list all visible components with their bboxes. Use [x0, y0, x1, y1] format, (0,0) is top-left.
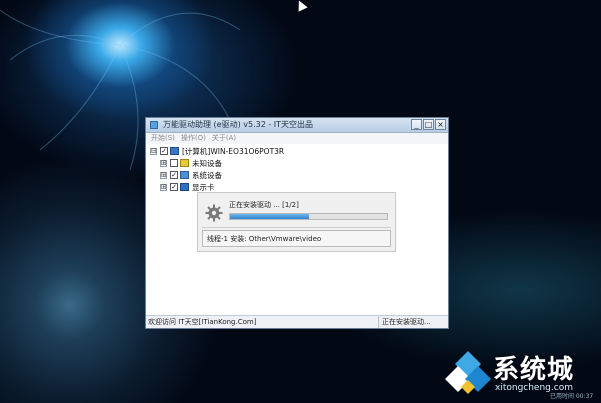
window-title: 万能驱动助理 (e驱动) v5.32 - IT天空出品 — [163, 120, 314, 129]
status-installing: 正在安装驱动... — [382, 318, 431, 326]
title-bar[interactable]: 万能驱动助理 (e驱动) v5.32 - IT天空出品 _ □ × — [146, 118, 448, 133]
install-progress-panel: 正在安装驱动 ... [1/2] 线程-1 安装: Other\Vmware\v… — [197, 192, 396, 252]
status-bar: 欢迎访问 IT天空[ITianKong.Com] 正在安装驱动... — [146, 315, 448, 328]
root-label: [计算机]WIN-EO31O6POT3R — [182, 146, 285, 156]
menu-about[interactable]: 关于(A) — [212, 133, 236, 144]
display-card-icon — [180, 183, 189, 191]
menu-operation[interactable]: 操作(O) — [181, 133, 206, 144]
tree-item-label: 未知设备 — [192, 158, 222, 168]
progress-bar-fill — [230, 214, 309, 219]
maximize-button[interactable]: □ — [423, 119, 434, 130]
divider — [202, 227, 391, 228]
tree-root[interactable]: ⊟ ✓ [计算机]WIN-EO31O6POT3R — [150, 145, 444, 157]
close-button[interactable]: × — [435, 119, 446, 130]
minimize-button[interactable]: _ — [411, 119, 422, 130]
expand-icon[interactable]: ⊞ — [160, 171, 167, 179]
menu-start[interactable]: 开始(S) — [151, 133, 175, 144]
expand-icon[interactable]: ⊞ — [160, 159, 167, 167]
tree-item-unknown[interactable]: ⊞ 未知设备 — [160, 157, 444, 169]
system-device-icon — [180, 171, 189, 179]
window-controls: _ □ × — [411, 119, 446, 131]
status-divider — [378, 316, 379, 328]
expand-icon[interactable]: ⊞ — [160, 183, 167, 191]
root-checkbox[interactable]: ✓ — [160, 147, 168, 155]
unknown-device-icon — [180, 159, 189, 167]
progress-label: 正在安装驱动 ... [1/2] — [229, 201, 299, 209]
computer-icon — [170, 147, 179, 155]
display-checkbox[interactable]: ✓ — [170, 183, 178, 191]
watermark-logo-icon — [445, 351, 491, 394]
install-detail-field: 线程-1 安装: Other\Vmware\video — [202, 230, 391, 247]
status-welcome: 欢迎访问 IT天空[ITianKong.Com] — [148, 318, 257, 326]
menu-bar: 开始(S) 操作(O) 关于(A) — [146, 133, 448, 144]
install-detail-text: 线程-1 安装: Other\Vmware\video — [207, 235, 322, 243]
unknown-checkbox[interactable] — [170, 159, 178, 167]
device-tree: ⊟ ✓ [计算机]WIN-EO31O6POT3R ⊞ 未知设备 ⊞ ✓ 系统设备… — [150, 145, 444, 193]
taskbar-clock: 已用时间 00:37 — [550, 393, 594, 400]
app-icon — [150, 121, 158, 129]
tree-item-label: 系统设备 — [192, 170, 222, 180]
watermark-text: 系统城 — [493, 355, 575, 385]
tree-item-label: 显示卡 — [192, 182, 215, 192]
gear-icon — [205, 204, 223, 222]
collapse-icon[interactable]: ⊟ — [150, 147, 157, 155]
progress-bar — [229, 213, 388, 220]
tree-item-system[interactable]: ⊞ ✓ 系统设备 — [160, 169, 444, 181]
system-checkbox[interactable]: ✓ — [170, 171, 178, 179]
